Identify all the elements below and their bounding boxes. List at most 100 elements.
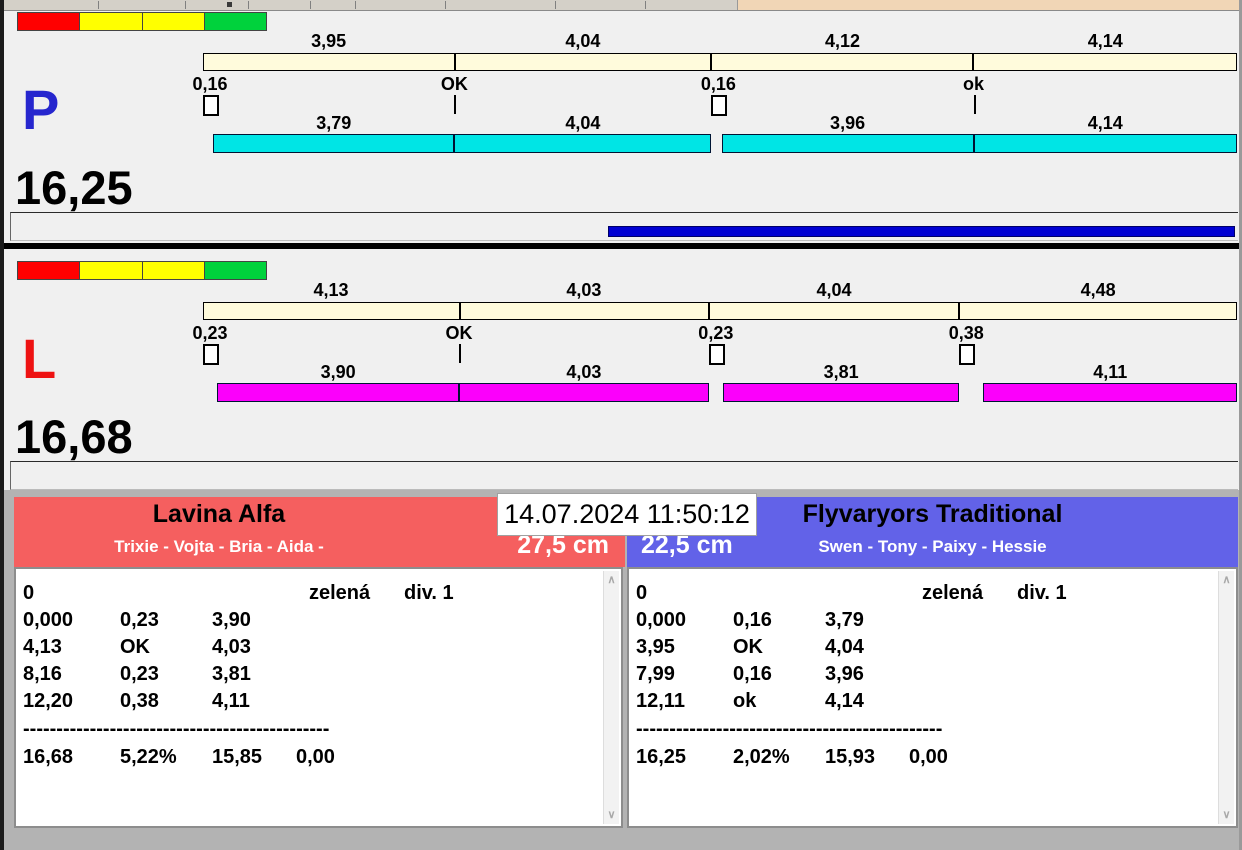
changeover-label: OK [445,323,473,343]
traffic-light-segment-0 [18,13,80,30]
changeover-label: 0,23 [192,323,228,343]
run-time-label: 3,81 [823,362,859,382]
split-time-label: 4,12 [824,31,861,51]
changeover-time: 0,23 [120,609,159,631]
run-time: 4,04 [825,636,864,658]
run-time-label: 4,11 [1093,362,1128,382]
changeover-label: 0,23 [698,323,734,343]
run-time: 4,14 [825,690,864,712]
results-row: 8,16 0,23 3,81 [16,663,601,690]
split-divider [707,302,710,320]
split-time-label: 4,48 [1080,280,1116,300]
lost-time-percent: 5,22% [120,746,177,768]
split-time-label: 4,03 [566,280,602,300]
separator-row: ----------------------------------------… [629,718,1216,745]
lane-panel-content: 3,95 4,04 4,12 4,14 0,16 OK 0,16 ok 3,79 4,04 3,96… [0,10,1242,243]
scrollbar[interactable]: ∧ ∨ [1218,571,1234,824]
run-time-labels: 3,90 4,03 3,81 4,11 [203,362,1237,382]
split-time-label: 3,95 [311,31,347,51]
panel-divider [0,243,1242,249]
cumulative-time: 8,16 [23,663,62,685]
split-time-label: 4,04 [565,31,601,51]
totals-row: 16,68 5,22% 15,85 0,00 [16,746,601,773]
split-timeline-bar [203,53,1237,71]
results-row: 0,000 0,16 3,79 [629,609,1216,636]
lane-panel-P: 3,95 4,04 4,12 4,14 0,16 OK 0,16 ok 3,79 4,04 3,96… [0,10,1242,243]
strip-divider [355,1,356,9]
changeover-label: ok [963,74,985,94]
run-time: 3,79 [825,609,864,631]
changeover-tick [454,95,457,114]
traffic-light-segment-1 [79,262,142,279]
run-segment [723,383,960,402]
results-row: 12,20 0,38 4,11 [16,690,601,717]
scrollbar-down-icon[interactable]: ∨ [604,808,619,822]
scrollbar[interactable]: ∧ ∨ [603,571,619,824]
cumulative-time: 4,13 [23,636,62,658]
traffic-light-segment-1 [79,13,142,30]
changeover-label: 0,38 [948,323,984,343]
lost-time-percent: 2,02% [733,746,790,768]
run-time: 3,81 [212,663,251,685]
team-name-left: Lavina Alfa [152,500,286,528]
split-divider [710,53,713,71]
traffic-light-bar [17,12,267,31]
scrollbar-down-icon[interactable]: ∨ [1219,808,1234,822]
traffic-light-segment-3 [203,13,266,30]
separator-dashes: ----------------------------------------… [636,718,943,740]
strip-divider [645,1,646,9]
separator-dashes: ----------------------------------------… [23,718,330,740]
results-row: 4,13 OK 4,03 [16,636,601,663]
traffic-light-segment-0 [18,262,80,279]
app-window: 3,95 4,04 4,12 4,14 0,16 OK 0,16 ok 3,79 4,04 3,96… [0,0,1242,850]
cumulative-time: 12,11 [636,690,685,712]
penalty-time: 0,00 [296,746,335,768]
heat-number: 0 [23,582,35,604]
run-time-labels: 3,79 4,04 3,96 4,14 [203,113,1237,133]
strip-divider [445,1,446,9]
run-time-label: 4,14 [1087,113,1123,133]
run-segment [459,383,709,402]
separator-row: ----------------------------------------… [16,718,601,745]
results-table-right[interactable]: 0 zelená div. 1 0,000 0,16 3,79 3,95 OK 4,04 7,99… [627,567,1238,828]
lane-progress-bar [608,226,1235,237]
split-divider [453,53,456,71]
traffic-light-segment-2 [141,13,204,30]
run-segment [721,134,974,153]
split-time-labels: 4,13 4,03 4,04 4,48 [203,280,1237,300]
changeover-time: ok [733,690,757,712]
division-label: div. 1 [1017,582,1067,604]
status-label: zelená [922,582,984,604]
results-row: 12,11 ok 4,14 [629,690,1216,717]
lane-status-strip [10,212,1238,241]
scrollbar-up-icon[interactable]: ∧ [604,573,619,587]
total-time: 16,68 [23,746,74,768]
run-segment [454,134,712,153]
changeover-tick [459,344,462,363]
run-segment [982,383,1237,402]
lane-panel-content: 4,13 4,03 4,04 4,48 0,23 OK 0,23 0,38 3,90 4,03 3,… [0,259,1242,490]
results-table-left[interactable]: 0 zelená div. 1 0,000 0,23 3,90 4,13 OK 4,03 8,16… [14,567,623,828]
changeover-tick [973,95,976,114]
scrollbar-up-icon[interactable]: ∧ [1219,573,1234,587]
strip-marker [227,2,232,7]
run-timeline-bar [203,134,1237,153]
run-time: 3,96 [825,663,864,685]
run-segment [973,134,1237,153]
run-time-label: 3,90 [320,362,356,382]
results-row: 0,000 0,23 3,90 [16,609,601,636]
run-segment [213,134,455,153]
datetime-display: 14.07.2024 11:50:12 [497,493,757,536]
changeover-labels: 0,23 OK 0,23 0,38 [192,323,1237,343]
changeover-label: 0,16 [700,74,736,94]
traffic-light-segment-2 [141,262,204,279]
changeover-markers [203,344,1237,365]
split-divider [972,53,975,71]
run-time-label: 3,96 [830,113,866,133]
traffic-light-bar [17,261,267,280]
strip-divider [98,1,99,9]
changeover-label: 0,16 [192,74,228,94]
split-time-label: 4,14 [1087,31,1123,51]
lane-letter: L [22,327,57,390]
run-segment [217,383,459,402]
